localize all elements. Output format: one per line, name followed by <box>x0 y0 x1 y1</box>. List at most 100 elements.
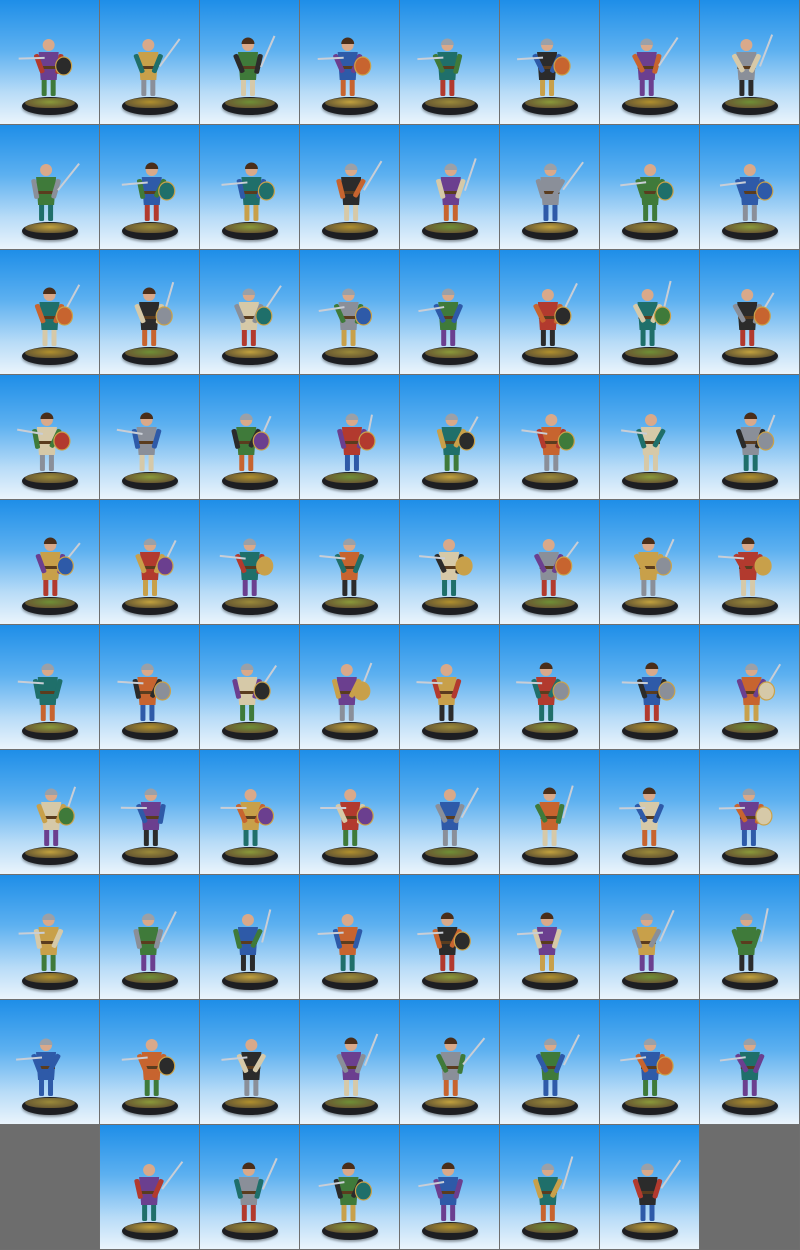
miniature-photo[interactable] <box>600 375 699 499</box>
miniature-figure <box>133 911 177 971</box>
miniature-figure <box>318 288 373 346</box>
miniature-photo[interactable] <box>0 250 99 374</box>
miniature-photo[interactable] <box>300 1000 399 1124</box>
miniature-photo[interactable] <box>400 500 499 624</box>
miniature-figure <box>736 663 782 721</box>
miniature-photo[interactable] <box>500 1000 599 1124</box>
miniature-photo[interactable] <box>0 125 99 249</box>
miniature-photo[interactable] <box>600 750 699 874</box>
miniature-photo[interactable] <box>200 0 299 124</box>
miniature-photo[interactable] <box>600 625 699 749</box>
miniature-photo[interactable] <box>100 875 199 999</box>
miniature-photo[interactable] <box>700 875 799 999</box>
miniature-photo[interactable] <box>0 375 99 499</box>
miniature-photo[interactable] <box>500 875 599 999</box>
miniature-photo[interactable] <box>700 250 799 374</box>
miniature-figure <box>320 789 374 846</box>
miniature-photo[interactable] <box>100 1000 199 1124</box>
miniature-figure <box>419 539 473 596</box>
miniature-photo[interactable] <box>100 500 199 624</box>
miniature-photo[interactable] <box>300 625 399 749</box>
miniature-photo[interactable] <box>700 375 799 499</box>
miniature-figure <box>121 1039 176 1096</box>
miniature-photo[interactable] <box>400 750 499 874</box>
miniature-figure <box>234 1157 278 1221</box>
miniature-photo[interactable] <box>100 750 199 874</box>
miniature-photo[interactable] <box>500 375 599 499</box>
miniature-photo[interactable] <box>200 625 299 749</box>
miniature-figure <box>135 538 177 596</box>
miniature-photo[interactable] <box>200 1000 299 1124</box>
miniature-photo[interactable] <box>500 250 599 374</box>
miniature-photo[interactable] <box>500 125 599 249</box>
miniature-photo[interactable] <box>200 1125 299 1249</box>
miniature-photo[interactable] <box>0 625 99 749</box>
miniature-photo[interactable] <box>200 125 299 249</box>
miniature-photo[interactable] <box>500 500 599 624</box>
miniature-photo[interactable] <box>600 250 699 374</box>
miniature-photo[interactable] <box>300 375 399 499</box>
miniature-photo[interactable] <box>700 0 799 124</box>
miniature-photo[interactable] <box>200 250 299 374</box>
miniature-photo[interactable] <box>400 125 499 249</box>
miniature-figure <box>535 1034 580 1096</box>
miniature-photo[interactable] <box>100 0 199 124</box>
miniature-photo[interactable] <box>400 1000 499 1124</box>
miniature-photo[interactable] <box>200 500 299 624</box>
miniature-photo[interactable] <box>100 375 199 499</box>
miniature-photo[interactable] <box>0 500 99 624</box>
miniature-photo[interactable] <box>200 875 299 999</box>
miniature-figure <box>18 39 73 96</box>
miniature-photo[interactable] <box>300 125 399 249</box>
miniature-photo[interactable] <box>0 875 99 999</box>
miniature-photo[interactable] <box>100 1125 199 1249</box>
miniature-photo[interactable] <box>600 500 699 624</box>
miniature-figure <box>719 164 774 221</box>
miniature-photo[interactable] <box>600 0 699 124</box>
miniature-photo[interactable] <box>600 1000 699 1124</box>
miniature-figure <box>18 913 64 971</box>
miniature-figure <box>718 537 772 596</box>
miniature-photo[interactable] <box>300 250 399 374</box>
miniature-photo[interactable] <box>300 875 399 999</box>
miniature-figure <box>34 284 81 346</box>
miniature-photo[interactable] <box>100 625 199 749</box>
miniature-photo[interactable] <box>0 0 99 124</box>
miniature-photo[interactable] <box>400 875 499 999</box>
miniature-figure <box>535 161 584 221</box>
miniature-photo[interactable] <box>500 0 599 124</box>
miniature-photo[interactable] <box>100 250 199 374</box>
miniature-figure <box>418 288 463 346</box>
miniature-photo[interactable] <box>500 625 599 749</box>
miniature-figure <box>16 1038 61 1096</box>
miniature-photo[interactable] <box>300 0 399 124</box>
miniature-photo[interactable] <box>200 750 299 874</box>
miniature-figure <box>621 662 676 721</box>
miniature-photo[interactable] <box>200 375 299 499</box>
miniature-photo[interactable] <box>500 1125 599 1249</box>
miniature-photo[interactable] <box>400 1125 499 1249</box>
miniature-figure <box>732 34 774 96</box>
miniature-photo[interactable] <box>400 375 499 499</box>
miniature-photo[interactable] <box>300 750 399 874</box>
miniature-photo[interactable] <box>0 750 99 874</box>
miniature-photo[interactable] <box>400 0 499 124</box>
miniature-photo[interactable] <box>300 1125 399 1249</box>
miniature-photo[interactable] <box>700 1000 799 1124</box>
miniature-photo[interactable] <box>700 125 799 249</box>
miniature-photo[interactable] <box>400 625 499 749</box>
miniature-figure <box>533 282 578 346</box>
miniature-photo[interactable] <box>300 500 399 624</box>
miniature-photo[interactable] <box>700 750 799 874</box>
miniature-photo[interactable] <box>500 750 599 874</box>
miniature-figure <box>17 663 63 721</box>
miniature-photo[interactable] <box>400 250 499 374</box>
miniature-figure <box>521 414 575 471</box>
miniature-photo[interactable] <box>600 1125 699 1249</box>
miniature-photo[interactable] <box>700 500 799 624</box>
miniature-photo[interactable] <box>100 125 199 249</box>
miniature-photo[interactable] <box>600 875 699 999</box>
miniature-photo[interactable] <box>700 625 799 749</box>
miniature-photo[interactable] <box>600 125 699 249</box>
miniature-photo[interactable] <box>0 1000 99 1124</box>
